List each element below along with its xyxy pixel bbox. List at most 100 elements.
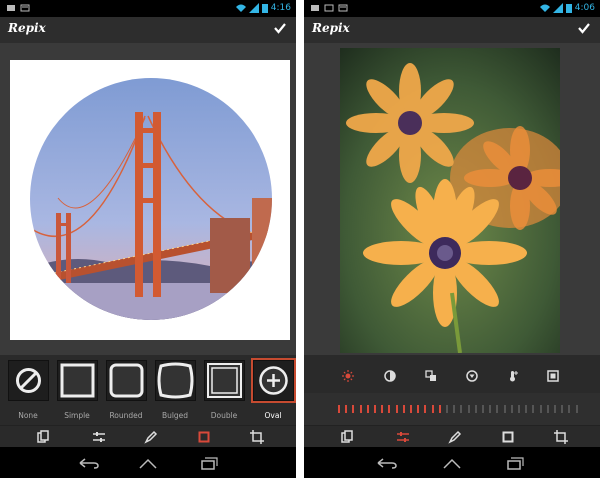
adjust-slider[interactable] (304, 393, 600, 425)
slider-tick (402, 405, 405, 413)
double-frame-icon (207, 363, 242, 398)
frame-option-double[interactable] (204, 360, 245, 401)
slider-tick (438, 405, 441, 413)
slider-tick (546, 405, 549, 413)
slider-tick (424, 405, 427, 413)
slider-tick (345, 405, 348, 413)
adjust-icon[interactable] (396, 430, 410, 444)
slider-tick (561, 405, 564, 413)
slider-tick (446, 405, 448, 413)
notification-icon (311, 5, 319, 11)
daisy-image (340, 48, 560, 353)
filters-icon[interactable] (340, 430, 354, 444)
photo-canvas (304, 43, 600, 355)
slider-tick (503, 405, 506, 413)
exposure-icon[interactable] (466, 370, 478, 382)
crop-icon[interactable] (554, 430, 568, 444)
slider-tick (539, 405, 542, 413)
recent-apps-icon[interactable] (504, 456, 526, 470)
signal-icon (552, 3, 563, 13)
tool-bar (304, 425, 600, 448)
slider-tick (366, 405, 369, 413)
adjust-options (304, 355, 600, 425)
slider-tick (352, 405, 355, 413)
frame-option-simple[interactable] (57, 360, 98, 401)
bulged-frame-icon (157, 362, 194, 399)
filters-icon[interactable] (36, 430, 50, 444)
right-phone-screen: 4:06 Repix (304, 0, 600, 478)
frame-icon[interactable] (197, 430, 211, 444)
rounded-frame-icon (109, 363, 144, 398)
app-bar: Repix (0, 17, 296, 43)
contrast-icon[interactable] (384, 370, 396, 382)
slider-tick (554, 405, 556, 413)
frame-label-oval: Oval (264, 411, 282, 420)
photo-canvas (0, 43, 296, 355)
notification-icon (324, 4, 334, 12)
battery-icon (565, 4, 572, 13)
slider-tick (338, 405, 340, 413)
nav-bar (304, 447, 600, 478)
slider-tick (417, 405, 420, 413)
slider-tick (575, 405, 578, 413)
wifi-icon (539, 4, 550, 12)
battery-icon (261, 4, 268, 13)
slider-tick (381, 405, 384, 413)
frame-label-none: None (18, 411, 38, 420)
brush-icon[interactable] (448, 430, 462, 444)
frame-option-bulged[interactable] (155, 360, 196, 401)
slider-tick (525, 405, 528, 413)
temperature-icon[interactable] (507, 370, 519, 382)
wifi-icon (235, 4, 246, 12)
bridge-photo (30, 78, 272, 320)
oval-frame-icon (259, 366, 288, 395)
clock: 4:16 (270, 3, 291, 13)
slider-tick (431, 405, 434, 413)
vignette-icon[interactable] (547, 370, 559, 382)
slider-tick (467, 405, 470, 413)
status-bar: 4:16 (0, 0, 296, 17)
slider-tick (482, 405, 484, 413)
home-icon[interactable] (137, 456, 159, 470)
brightness-icon[interactable] (342, 370, 354, 382)
frame-label-double: Double (210, 411, 238, 420)
slider-tick (518, 405, 520, 413)
crop-icon[interactable] (250, 430, 264, 444)
app-bar: Repix (304, 17, 600, 43)
no-frame-icon (16, 368, 41, 393)
frame-option-none[interactable] (8, 360, 49, 401)
frame-option-oval[interactable] (251, 358, 296, 403)
check-icon[interactable] (274, 22, 286, 34)
notification-icon (338, 4, 348, 12)
golden-gate-bridge-image (30, 78, 272, 320)
back-icon[interactable] (376, 456, 398, 470)
slider-tick (410, 405, 412, 413)
recent-apps-icon[interactable] (198, 456, 220, 470)
slider-tick (568, 405, 571, 413)
slider-tick (510, 405, 513, 413)
notification-icon (20, 4, 30, 12)
clock: 4:06 (574, 3, 595, 13)
app-title: Repix (8, 21, 46, 35)
slider-tick (388, 405, 391, 413)
slider-tick (359, 405, 362, 413)
back-icon[interactable] (78, 456, 100, 470)
flower-photo (340, 48, 560, 353)
notification-icon (7, 5, 15, 11)
frame-option-rounded[interactable] (106, 360, 147, 401)
check-icon[interactable] (578, 22, 590, 34)
adjust-icon[interactable] (92, 430, 106, 444)
tool-bar (0, 425, 296, 448)
frame-options: None Simple Rounded Bulged Double Oval (0, 355, 296, 425)
home-icon[interactable] (441, 456, 463, 470)
saturation-icon[interactable] (425, 370, 437, 382)
frame-icon[interactable] (501, 430, 515, 444)
slider-tick (395, 405, 398, 413)
brush-icon[interactable] (144, 430, 158, 444)
left-phone-screen: 4:16 Repix None Simple Rounded Bulged Do… (0, 0, 296, 478)
frame-label-simple: Simple (64, 411, 90, 420)
slider-tick (489, 405, 492, 413)
signal-icon (248, 3, 259, 13)
slider-tick (374, 405, 376, 413)
slider-tick (496, 405, 499, 413)
